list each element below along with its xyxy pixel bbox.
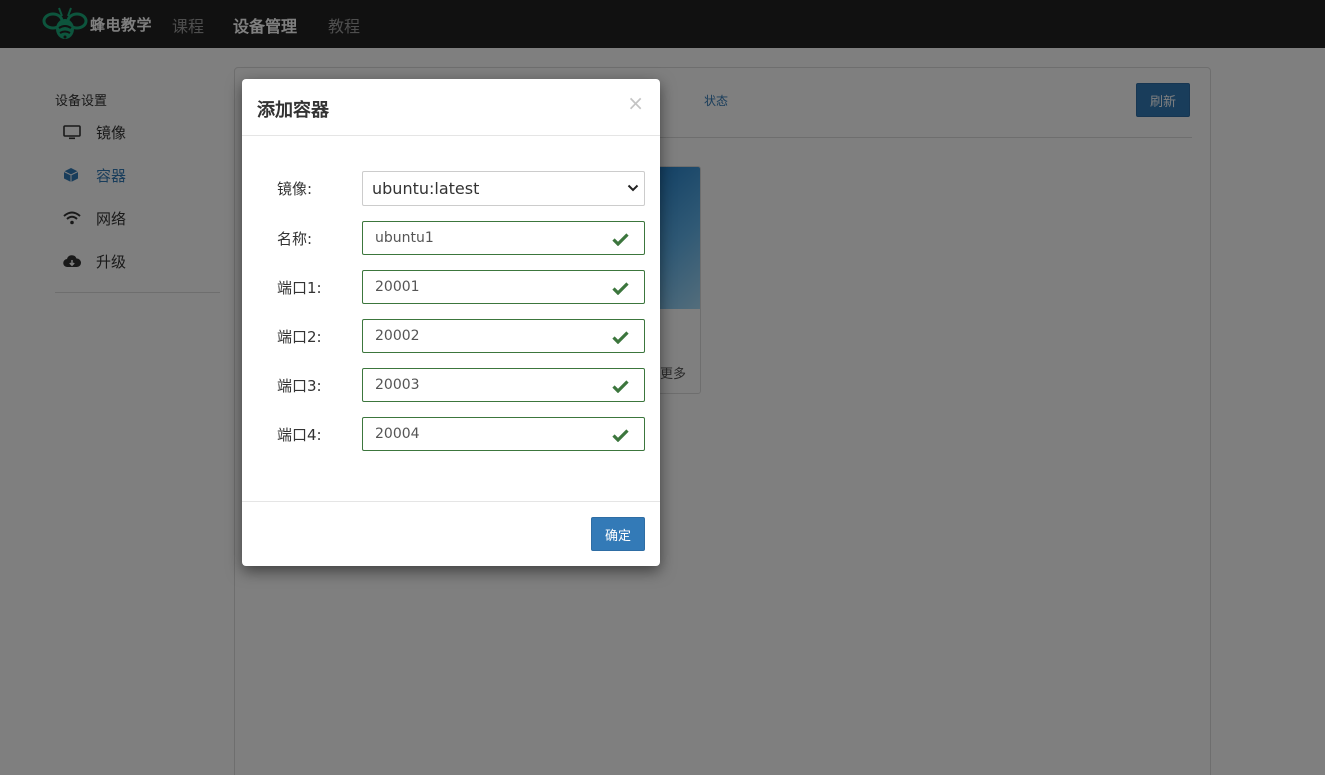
- modal-header-divider: [242, 135, 660, 136]
- chevron-down-icon: [627, 184, 639, 192]
- image-select-value: ubuntu:latest: [372, 179, 480, 198]
- modal-title: 添加容器: [257, 100, 329, 121]
- port4-label: 端口4:: [277, 426, 322, 444]
- name-label: 名称:: [277, 230, 313, 248]
- port1-input-value: 20001: [375, 279, 420, 295]
- port1-input[interactable]: 20001: [362, 270, 645, 304]
- port2-label: 端口2:: [277, 328, 322, 346]
- check-icon: [612, 331, 629, 344]
- confirm-button[interactable]: 确定: [591, 517, 645, 551]
- image-select[interactable]: ubuntu:latest: [362, 171, 645, 206]
- add-container-modal: 添加容器 × 镜像: ubuntu:latest 名称: ubuntu1 端口1…: [242, 79, 660, 566]
- check-icon: [612, 233, 629, 246]
- port4-input-value: 20004: [375, 426, 420, 442]
- port3-input-value: 20003: [375, 377, 420, 393]
- port1-label: 端口1:: [277, 279, 322, 297]
- port4-input[interactable]: 20004: [362, 417, 645, 451]
- image-label: 镜像:: [277, 180, 313, 198]
- check-icon: [612, 380, 629, 393]
- name-input-value: ubuntu1: [375, 230, 434, 246]
- check-icon: [612, 429, 629, 442]
- port2-input-value: 20002: [375, 328, 420, 344]
- port3-input[interactable]: 20003: [362, 368, 645, 402]
- port3-label: 端口3:: [277, 377, 322, 395]
- name-input[interactable]: ubuntu1: [362, 221, 645, 255]
- modal-backdrop[interactable]: [0, 0, 1325, 775]
- port2-input[interactable]: 20002: [362, 319, 645, 353]
- check-icon: [612, 282, 629, 295]
- modal-footer-divider: [242, 501, 660, 502]
- close-icon[interactable]: ×: [627, 93, 644, 113]
